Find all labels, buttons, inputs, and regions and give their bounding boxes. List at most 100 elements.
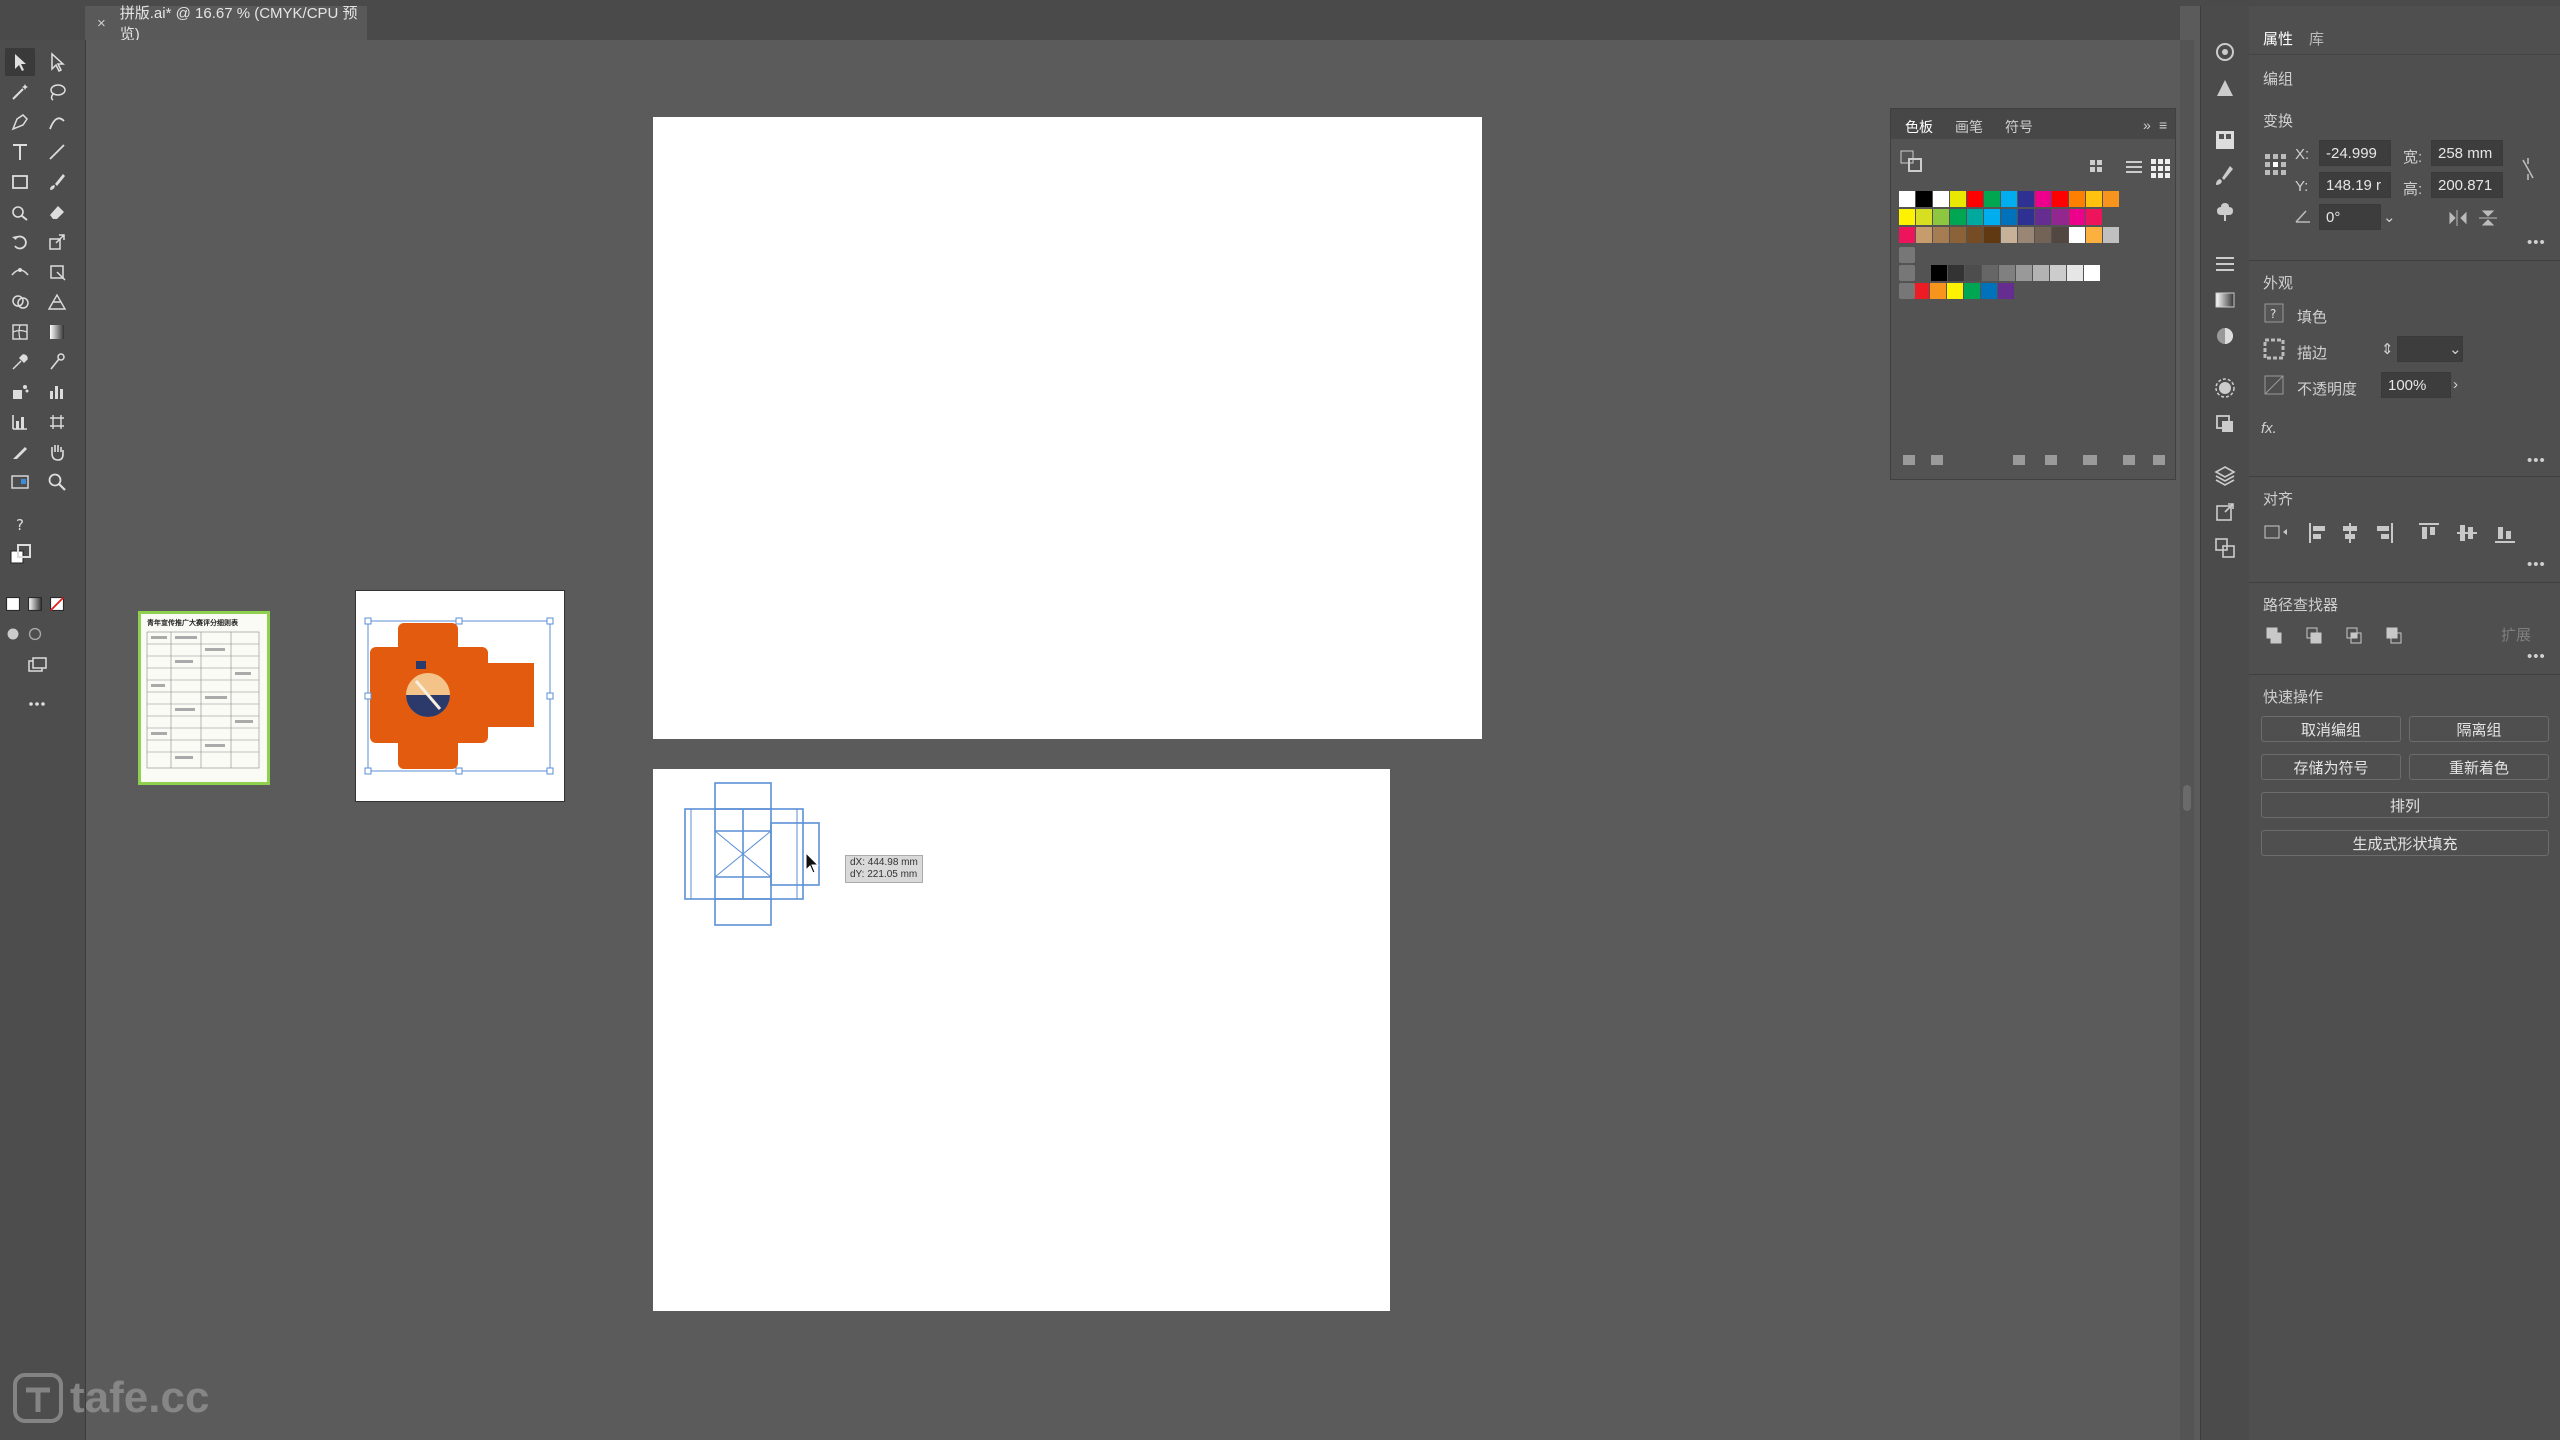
recolor-button[interactable]: 重新着色 [2409, 754, 2549, 780]
swatch-chip[interactable] [1913, 283, 1929, 299]
swatch-chip[interactable] [2067, 265, 2083, 281]
list-view-icon[interactable] [2123, 157, 2145, 179]
help-icon[interactable]: ? [5, 510, 35, 538]
swatch-chip[interactable] [1950, 209, 1966, 225]
line-tool-icon[interactable] [42, 138, 72, 166]
stroke-dropdown-icon[interactable]: ⌄ [2449, 340, 2462, 358]
close-tab-icon[interactable]: × [97, 15, 106, 32]
height-input[interactable]: 200.871 [2431, 172, 2503, 198]
swatches-footer-icons[interactable] [1901, 449, 2171, 471]
swatch-chip[interactable] [1947, 283, 1963, 299]
swatch-chip[interactable] [2069, 191, 2085, 207]
perspective-grid-tool-icon[interactable] [42, 288, 72, 316]
constrain-proportions-icon[interactable] [2519, 156, 2537, 182]
swatch-chip[interactable] [1950, 191, 1966, 207]
pathfinder-buttons-row[interactable] [2263, 624, 2443, 650]
slice-tool-icon[interactable] [5, 438, 35, 466]
document-thumbnail[interactable]: 青年宣传推广大赛评分细则表 [138, 611, 270, 785]
free-transform-tool-icon[interactable] [42, 258, 72, 286]
type-tool-icon[interactable] [5, 138, 35, 166]
transparency-icon[interactable] [2213, 324, 2237, 348]
panel-menu-icon[interactable]: ≡ [2159, 117, 2167, 133]
box-design-thumbnail[interactable] [355, 590, 565, 802]
fill-swatch-icon[interactable]: ? [2263, 302, 2285, 324]
swatch-chip[interactable] [1967, 209, 1983, 225]
graph-tool-icon[interactable] [5, 408, 35, 436]
artboard-2[interactable]: dX: 444.98 mm dY: 221.05 mm [653, 769, 1390, 1311]
eyedropper-tool-icon[interactable] [5, 348, 35, 376]
swatch-chip[interactable] [1984, 209, 2000, 225]
magic-wand-tool-icon[interactable] [5, 78, 35, 106]
eraser-tool-icon[interactable] [42, 198, 72, 226]
pathfinder-more-icon[interactable]: ••• [2527, 648, 2546, 665]
swatches-panel[interactable]: 色板 画笔 符号 » ≡ [1890, 108, 2176, 480]
swatch-chip[interactable] [1916, 191, 1932, 207]
hand-tool-icon[interactable] [42, 438, 72, 466]
swatch-chip[interactable] [2018, 191, 2034, 207]
swatch-chip[interactable] [2050, 265, 2066, 281]
reference-point-icon[interactable] [2263, 152, 2289, 178]
swatches-strip-icon[interactable] [2213, 128, 2237, 152]
color-icon[interactable] [2213, 76, 2237, 100]
rotation-input[interactable]: 0° [2319, 204, 2381, 230]
swatch-chip[interactable] [1964, 283, 1980, 299]
swatch-chip[interactable] [1899, 227, 1915, 243]
pathfinder-expand-button[interactable]: 扩展 [2501, 624, 2531, 645]
zoom-tool-icon[interactable] [42, 468, 72, 496]
swatch-chip[interactable] [1999, 265, 2015, 281]
symbol-sprayer-tool-icon[interactable] [5, 378, 35, 406]
graphic-styles-icon[interactable] [2213, 412, 2237, 436]
x-input[interactable]: -24.999 [2319, 140, 2391, 166]
swatch-chip[interactable] [2001, 227, 2017, 243]
swatch-chip[interactable] [2086, 227, 2102, 243]
swatch-chip[interactable] [1933, 191, 1949, 207]
draw-behind-icon[interactable] [25, 620, 45, 648]
swatch-group-folder-icon[interactable] [1899, 265, 1915, 281]
swatch-chip[interactable] [2084, 265, 2100, 281]
scale-tool-icon[interactable] [42, 228, 72, 256]
stroke-weight-stepper-icon[interactable]: ⇕ [2381, 340, 2394, 358]
flip-horizontal-icon[interactable] [2447, 208, 2469, 228]
swatch-chip[interactable] [1916, 227, 1932, 243]
artboard-tool-icon[interactable] [42, 408, 72, 436]
blend-tool-icon[interactable] [42, 348, 72, 376]
export-icon[interactable] [2213, 500, 2237, 524]
brushes-icon[interactable] [2213, 164, 2237, 188]
rectangle-tool-icon[interactable] [5, 168, 35, 196]
swatch-chip[interactable] [1933, 227, 1949, 243]
swatch-chip[interactable] [2018, 209, 2034, 225]
scrollbar-thumb[interactable] [2183, 785, 2191, 811]
canvas-area[interactable]: dX: 444.98 mm dY: 221.05 mm 青年宣传推广大赛评分细则… [86, 40, 2180, 1440]
swatch-group-folder-icon[interactable] [1899, 283, 1915, 299]
opacity-input[interactable]: 100% [2381, 372, 2451, 398]
swatch-chip[interactable] [2035, 227, 2051, 243]
gradient-mode-icon[interactable] [25, 590, 45, 618]
swatch-chip[interactable] [2001, 209, 2017, 225]
column-graph-tool-icon[interactable] [42, 378, 72, 406]
save-as-symbol-button[interactable]: 存储为符号 [2261, 754, 2401, 780]
selection-tool-icon[interactable] [5, 48, 35, 76]
swatch-chip[interactable] [1933, 209, 1949, 225]
stroke-icon[interactable] [2213, 252, 2237, 276]
shaper-tool-icon[interactable] [5, 198, 35, 226]
swatch-chip[interactable] [2069, 209, 2085, 225]
swatch-chip[interactable] [2035, 209, 2051, 225]
pen-tool-icon[interactable] [5, 108, 35, 136]
align-buttons-row[interactable] [2263, 520, 2553, 546]
opacity-expand-icon[interactable]: › [2453, 376, 2458, 393]
tab-properties[interactable]: 属性 [2263, 28, 2293, 49]
draw-normal-icon[interactable] [3, 620, 23, 648]
y-input[interactable]: 148.19 r [2319, 172, 2391, 198]
swatch-chip[interactable] [1967, 191, 1983, 207]
artboards-icon[interactable] [2213, 536, 2237, 560]
shape-builder-tool-icon[interactable] [5, 288, 35, 316]
canvas-vertical-scrollbar[interactable] [2180, 40, 2194, 1440]
swatch-chip[interactable] [2086, 191, 2102, 207]
layers-icon[interactable] [2213, 464, 2237, 488]
flip-vertical-icon[interactable] [2477, 208, 2499, 228]
width-tool-icon[interactable] [5, 258, 35, 286]
swatch-chip[interactable] [2103, 191, 2119, 207]
paintbrush-tool-icon[interactable] [42, 168, 72, 196]
swatch-chip[interactable] [2052, 191, 2068, 207]
swatch-chip[interactable] [1930, 283, 1946, 299]
